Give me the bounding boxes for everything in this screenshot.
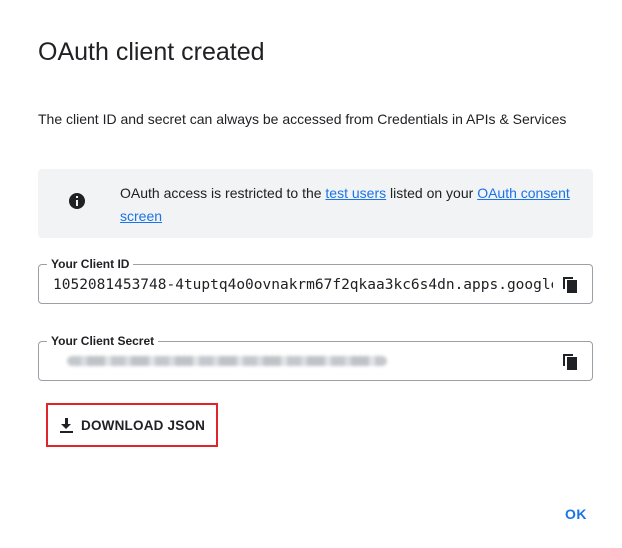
test-users-link[interactable]: test users xyxy=(325,185,386,201)
notice-text-middle: listed on your xyxy=(386,185,478,201)
client-id-value[interactable]: 1052081453748-4tuptq4o0ovnakrm67f2qkaa3k… xyxy=(53,275,553,295)
ok-button[interactable]: OK xyxy=(556,500,596,528)
client-secret-field[interactable]: Your Client Secret xyxy=(38,333,593,381)
restriction-notice: OAuth access is restricted to the test u… xyxy=(38,169,593,238)
download-json-button[interactable]: DOWNLOAD JSON xyxy=(52,409,212,441)
oauth-client-dialog: OAuth client created The client ID and s… xyxy=(0,0,608,548)
copy-icon[interactable] xyxy=(563,354,579,370)
dialog-description: The client ID and secret can always be a… xyxy=(38,111,567,127)
client-secret-value-redacted[interactable] xyxy=(67,356,387,366)
notice-text: OAuth access is restricted to the test u… xyxy=(120,182,580,228)
copy-icon[interactable] xyxy=(563,277,579,293)
download-icon xyxy=(60,417,73,433)
info-icon xyxy=(69,193,85,209)
client-id-field[interactable]: Your Client ID 1052081453748-4tuptq4o0ov… xyxy=(38,256,593,304)
dialog-title: OAuth client created xyxy=(38,38,265,66)
download-json-label: DOWNLOAD JSON xyxy=(81,417,206,433)
client-id-label: Your Client ID xyxy=(47,256,134,272)
notice-text-before: OAuth access is restricted to the xyxy=(120,185,326,201)
client-secret-label: Your Client Secret xyxy=(47,333,159,349)
